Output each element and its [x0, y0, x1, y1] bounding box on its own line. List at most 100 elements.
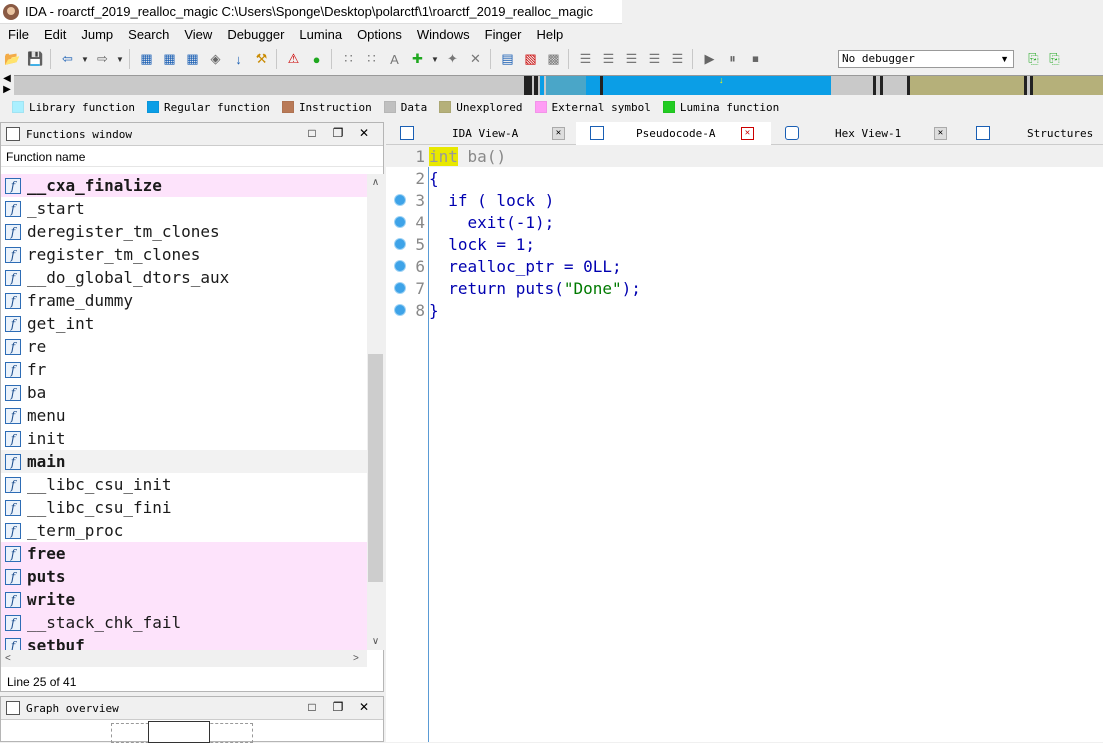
- flowchart-icon[interactable]: ☰: [621, 49, 642, 70]
- code-line[interactable]: 4 exit(-1);: [386, 211, 1103, 233]
- function-row[interactable]: f _start: [1, 197, 367, 220]
- close-icon[interactable]: ✕: [934, 127, 947, 140]
- function-row[interactable]: f main: [1, 450, 367, 473]
- dropdown-icon[interactable]: ▼: [115, 49, 125, 70]
- function-row[interactable]: f free: [1, 542, 367, 565]
- immediate-search-icon[interactable]: ▦: [182, 49, 203, 70]
- code-line[interactable]: 5 lock = 1;: [386, 233, 1103, 255]
- tab-structures[interactable]: Structures: [961, 122, 1103, 145]
- function-row[interactable]: f menu: [1, 404, 367, 427]
- close-icon[interactable]: ✕: [351, 700, 377, 714]
- graph-viewport[interactable]: [148, 721, 210, 743]
- function-row[interactable]: f register_tm_clones: [1, 243, 367, 266]
- function-row[interactable]: f puts: [1, 565, 367, 588]
- save-icon[interactable]: 💾: [25, 49, 46, 70]
- menu-options[interactable]: Options: [349, 24, 409, 45]
- breakpoint-dot-icon[interactable]: [394, 260, 406, 272]
- function-row[interactable]: f deregister_tm_clones: [1, 220, 367, 243]
- menu-edit[interactable]: Edit: [36, 24, 73, 45]
- pseudocode-editor[interactable]: 1 int ba() 2{3 if ( lock ) 4 exit(-1); 5 loc…: [386, 145, 1103, 742]
- code-line[interactable]: 8}: [386, 299, 1103, 321]
- menu-view[interactable]: View: [176, 24, 219, 45]
- string-icon[interactable]: A: [384, 49, 405, 70]
- menu-search[interactable]: Search: [120, 24, 176, 45]
- code-line[interactable]: 1 int ba(): [386, 145, 1103, 167]
- breakpoint-dot-icon[interactable]: [394, 304, 406, 316]
- callgraph-icon[interactable]: ☰: [644, 49, 665, 70]
- function-row[interactable]: f __do_global_dtors_aux: [1, 266, 367, 289]
- function-row[interactable]: f init: [1, 427, 367, 450]
- vertical-scrollbar[interactable]: ∧ ∨: [367, 174, 384, 650]
- binary-search-icon[interactable]: ▦: [136, 49, 157, 70]
- add-icon[interactable]: ✚: [407, 49, 428, 70]
- start-debugger-icon[interactable]: ▶: [699, 49, 720, 70]
- dropdown-icon[interactable]: ▼: [430, 49, 440, 70]
- tab-hex-view-1[interactable]: Hex View-1 ✕: [771, 122, 961, 145]
- minimize-icon[interactable]: □: [299, 700, 325, 714]
- stop-icon[interactable]: ⏹: [745, 49, 766, 70]
- function-row[interactable]: f __libc_csu_fini: [1, 496, 367, 519]
- function-row[interactable]: f __cxa_finalize: [1, 174, 367, 197]
- scroll-right-icon[interactable]: >: [353, 650, 359, 667]
- menu-help[interactable]: Help: [528, 24, 570, 45]
- function-list[interactable]: f __cxa_finalize f _start f deregister_tm_clo…: [1, 174, 367, 650]
- xrefs-icon[interactable]: ☰: [598, 49, 619, 70]
- breakpoint-dot-icon[interactable]: [394, 282, 406, 294]
- tab-ida-view-a[interactable]: IDA View-A ✕: [386, 122, 569, 145]
- names-icon[interactable]: ▧: [520, 49, 541, 70]
- functions-icon[interactable]: ▤: [497, 49, 518, 70]
- code-line[interactable]: 7 return puts("Done");: [386, 277, 1103, 299]
- scroll-up-icon[interactable]: ∧: [367, 174, 384, 191]
- code-line[interactable]: 2{: [386, 167, 1103, 189]
- detach-icon[interactable]: ⎘: [1044, 48, 1065, 69]
- data-icon[interactable]: ∷: [361, 49, 382, 70]
- function-row[interactable]: f __stack_chk_fail: [1, 611, 367, 634]
- warning-icon[interactable]: ⚠: [283, 49, 304, 70]
- function-row[interactable]: f _term_proc: [1, 519, 367, 542]
- code-line[interactable]: 6 realloc_ptr = 0LL;: [386, 255, 1103, 277]
- float-icon[interactable]: ❐: [325, 700, 351, 714]
- menu-windows[interactable]: Windows: [409, 24, 477, 45]
- go-icon[interactable]: ●: [306, 49, 327, 70]
- function-row[interactable]: f setbuf: [1, 634, 367, 650]
- scroll-thumb[interactable]: [368, 354, 383, 582]
- code-line[interactable]: 3 if ( lock ): [386, 189, 1103, 211]
- close-icon[interactable]: ✕: [552, 127, 565, 140]
- attach-icon[interactable]: ⎘: [1023, 48, 1044, 69]
- dropdown-icon[interactable]: ▼: [80, 49, 90, 70]
- menu-finger[interactable]: Finger: [477, 24, 529, 45]
- float-icon[interactable]: ❐: [325, 126, 351, 140]
- function-row[interactable]: f ba: [1, 381, 367, 404]
- code-icon[interactable]: ∷: [338, 49, 359, 70]
- function-row[interactable]: f __libc_csu_init: [1, 473, 367, 496]
- back-icon[interactable]: ⇦: [57, 49, 78, 70]
- menu-file[interactable]: File: [0, 24, 36, 45]
- scroll-down-icon[interactable]: ∨: [367, 633, 384, 650]
- navigation-band[interactable]: ↓: [14, 75, 1103, 95]
- undefine-icon[interactable]: ✕: [465, 49, 486, 70]
- debugger-select[interactable]: No debugger ▼: [838, 50, 1014, 68]
- breakpoint-dot-icon[interactable]: [394, 194, 406, 206]
- struct-icon[interactable]: ✦: [442, 49, 463, 70]
- close-icon[interactable]: ✕: [351, 126, 377, 140]
- menu-debugger[interactable]: Debugger: [219, 24, 291, 45]
- column-header[interactable]: Function name: [1, 146, 383, 167]
- function-row[interactable]: f frame_dummy: [1, 289, 367, 312]
- imports-icon[interactable]: ▩: [543, 49, 564, 70]
- search-next-icon[interactable]: ◈: [205, 49, 226, 70]
- tab-pseudocode-a[interactable]: Pseudocode-A ✕: [576, 122, 771, 145]
- function-row[interactable]: f re: [1, 335, 367, 358]
- jump-down-icon[interactable]: ↓: [228, 49, 249, 70]
- open-icon[interactable]: 📂: [2, 49, 23, 70]
- breakpoint-dot-icon[interactable]: [394, 238, 406, 250]
- scroll-left-icon[interactable]: <: [5, 650, 11, 667]
- graph-icon[interactable]: ☰: [575, 49, 596, 70]
- breakpoint-dot-icon[interactable]: [394, 216, 406, 228]
- horizontal-scrollbar[interactable]: < >: [1, 650, 367, 667]
- function-row[interactable]: f fr: [1, 358, 367, 381]
- proximity-icon[interactable]: ☰: [667, 49, 688, 70]
- function-row[interactable]: f get_int: [1, 312, 367, 335]
- function-row[interactable]: f write: [1, 588, 367, 611]
- minimize-icon[interactable]: □: [299, 126, 325, 140]
- pause-icon[interactable]: ⏸: [722, 49, 743, 70]
